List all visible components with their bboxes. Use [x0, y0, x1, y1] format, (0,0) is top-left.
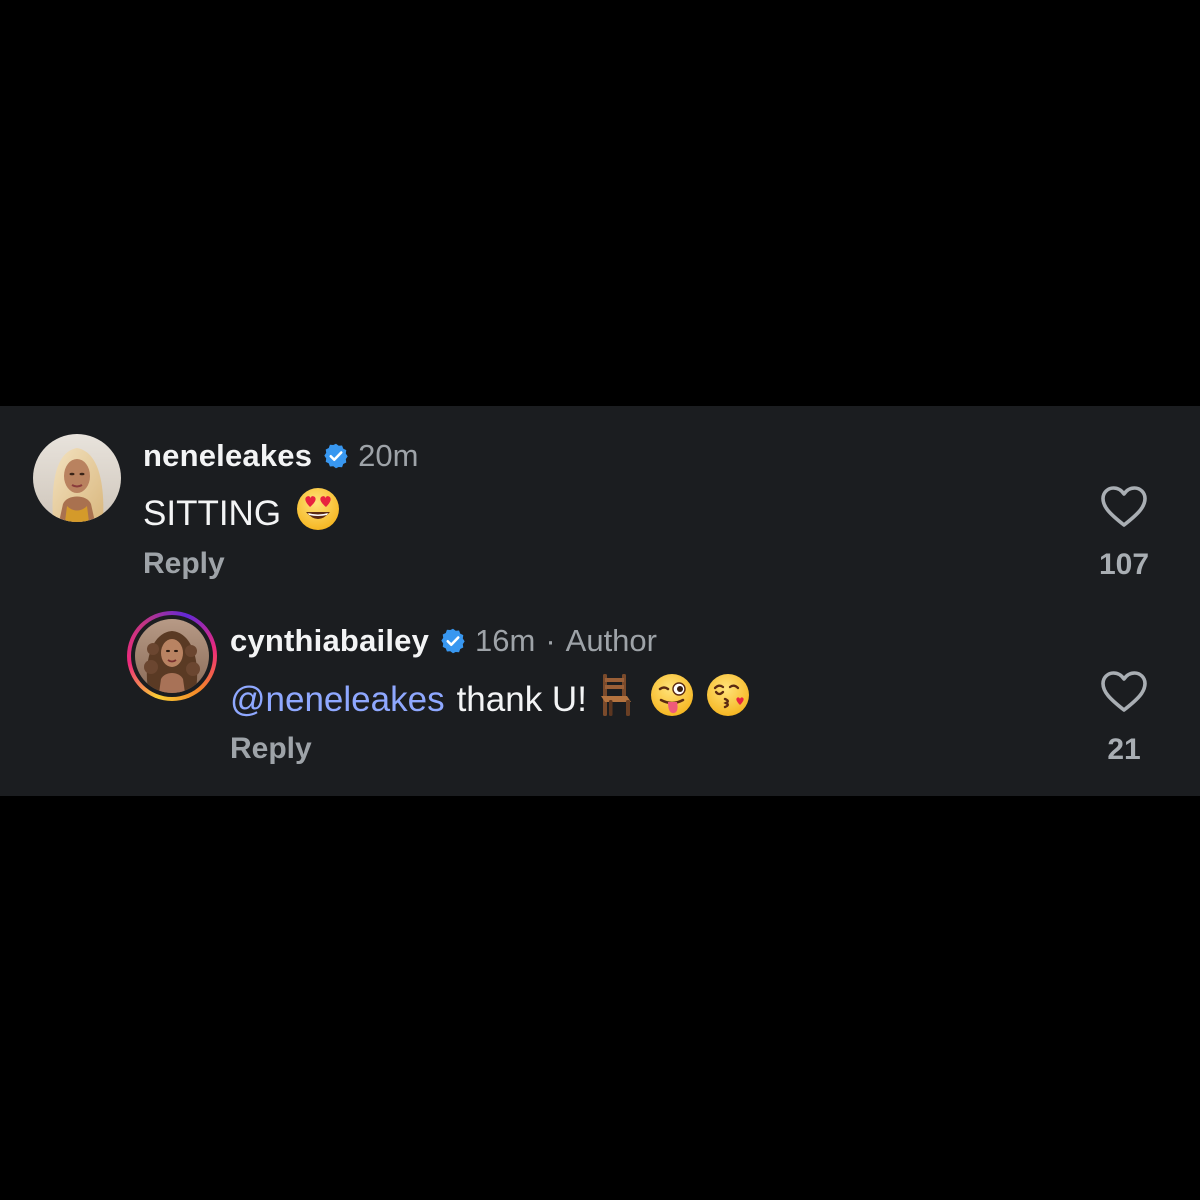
like-control: 21: [1094, 670, 1154, 767]
verified-badge-icon: [439, 627, 467, 655]
screenshot-frame: neneleakes 20m SITTING Reply 107 cynthia…: [0, 0, 1200, 1200]
chair-emoji-icon: [597, 672, 635, 727]
avatar-ring-inner: [131, 615, 213, 697]
username[interactable]: cynthiabailey: [230, 623, 429, 659]
comment-body: SITTING: [143, 493, 282, 533]
mention-link[interactable]: @neneleakes: [230, 680, 445, 720]
comment-header: neneleakes 20m: [143, 438, 418, 474]
avatar: [135, 619, 209, 693]
verified-badge-icon: [322, 442, 350, 470]
heart-icon[interactable]: [1100, 670, 1148, 719]
timestamp: 16m: [475, 623, 536, 658]
username[interactable]: neneleakes: [143, 438, 312, 474]
reply-button[interactable]: Reply: [143, 547, 225, 581]
like-count: 107: [1098, 548, 1150, 581]
like-control: 107: [1094, 485, 1154, 582]
winking-tongue-emoji-icon: [649, 672, 695, 727]
avatar[interactable]: [33, 434, 121, 522]
comments-panel: neneleakes 20m SITTING Reply 107 cynthia…: [0, 406, 1200, 796]
reply-item: cynthiabailey 16m · Author @neneleakes t…: [0, 592, 1200, 796]
comment-text: @neneleakes thank U!: [230, 672, 751, 727]
avatar-image: [135, 619, 209, 693]
like-count: 21: [1107, 733, 1141, 766]
story-ring[interactable]: [127, 611, 217, 701]
author-badge: Author: [565, 623, 657, 658]
reply-button[interactable]: Reply: [230, 732, 312, 766]
separator: ·: [545, 623, 556, 658]
comment-header: cynthiabailey 16m · Author: [230, 623, 657, 659]
heart-eyes-emoji-icon: [295, 486, 341, 541]
comment-item: neneleakes 20m SITTING Reply 107: [0, 406, 1200, 592]
comment-body: thank U!: [456, 679, 587, 719]
comment-text: SITTING: [143, 486, 341, 541]
kissing-heart-emoji-icon: [705, 672, 751, 727]
avatar-image: [33, 434, 121, 522]
heart-icon[interactable]: [1100, 485, 1148, 534]
timestamp: 20m: [358, 438, 419, 473]
